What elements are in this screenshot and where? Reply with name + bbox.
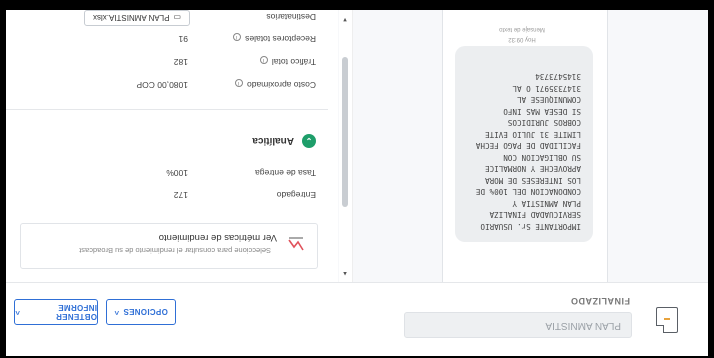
scroll-up-icon[interactable]: ▲ [342,270,348,276]
metrics-title: Ver métricas de rendimiento [158,232,277,243]
info-icon[interactable]: i [232,33,241,41]
traffic-value: 182 [173,57,188,67]
message-line: SU OBLIGACION CON [503,153,581,162]
chevron-up-icon: ^ [114,307,120,317]
message-bubble: IMPORTANTE Sr. USUARIO SERVICUADAD FINAL… [455,46,593,242]
info-icon[interactable]: i [259,56,268,64]
cost-value: 1080,00 COP [136,80,188,90]
get-report-button[interactable]: OBTENER INFORME ^ [14,299,98,325]
scroll-thumb[interactable] [342,57,348,207]
document-icon [656,307,678,333]
delivered-value: 172 [173,190,188,200]
metrics-subtitle: Seleccione para consultar el rendimiento… [79,246,271,255]
message-line: IMPORTANTE Sr. USUARIO [480,222,581,231]
file-name: PLAN AMNISTIA.xlsx [92,13,170,23]
details-panel: Ver métricas de rendimiento Seleccione p… [6,10,338,282]
message-preview: IMPORTANTE Sr. USUARIO SERVICUADAD FINAL… [442,10,608,282]
message-line: APROVECHE Y NORMALICE [484,164,581,174]
app-window: PLAN AMNISTIA FINALIZADO OPCIONES ^ OBTE… [6,10,708,356]
recipients-file-link[interactable]: ▭ PLAN AMNISTIA.xlsx [83,10,190,26]
message-line: CONDONACION DEL 100% DE [475,187,581,197]
recipients-label: Receptores totales i [232,33,316,44]
message-time: Hoy 09:32 [508,36,536,42]
message-line: FACILIDAD DE PAGO FECHA [475,141,581,151]
scroll-down-icon[interactable]: ▼ [342,16,348,22]
file-icon: ▭ [173,13,181,23]
message-line: LIMITE 31 JULIO EVITE [484,130,581,139]
message-line: SERVICUADAD FINALIZA [489,210,581,220]
chart-icon [288,237,304,251]
message-line: SI DESEA MAS INFO [503,107,581,116]
destinations-label: Destinatarios [266,12,316,22]
scrollbar[interactable]: ▲ ▼ [339,10,353,282]
header: PLAN AMNISTIA FINALIZADO OPCIONES ^ OBTE… [6,282,708,356]
cost-label: Costo aproximado i [234,79,316,90]
info-icon[interactable]: i [234,79,243,87]
message-type: Mensaje de texto [499,26,545,32]
divider [6,109,328,110]
status-label: FINALIZADO [570,296,631,306]
message-line: 3145473734 [535,72,581,82]
get-report-button-label: OBTENER INFORME [55,303,97,321]
delivered-label: Entregado [276,190,316,200]
message-line: COBROS JURIDICOS [507,118,581,128]
chevron-up-icon: ^ [15,307,20,317]
delivery-rate-value: 100% [166,168,188,178]
analytics-section-toggle[interactable]: ⌄ Analítica [252,134,316,148]
delivery-rate-label: Tasa de entrega [255,168,316,178]
traffic-label: Tráfico total i [259,56,316,67]
message-line: COMUNIQUESE AL [516,95,581,105]
analytics-label: Analítica [252,135,294,147]
options-button[interactable]: OPCIONES ^ [106,299,176,325]
options-button-label: OPCIONES [123,307,168,317]
recipients-value: 91 [178,34,188,44]
broadcast-name-field[interactable]: PLAN AMNISTIA [404,312,632,338]
message-line: LOS INTERESES DE MORA [484,176,581,185]
message-line: PLAN AMNISTIA Y [512,199,581,208]
chevron-down-circle-icon: ⌄ [302,134,316,148]
message-line: 3147335971 O AL [512,84,581,93]
performance-metrics-card[interactable]: Ver métricas de rendimiento Seleccione p… [20,223,318,269]
